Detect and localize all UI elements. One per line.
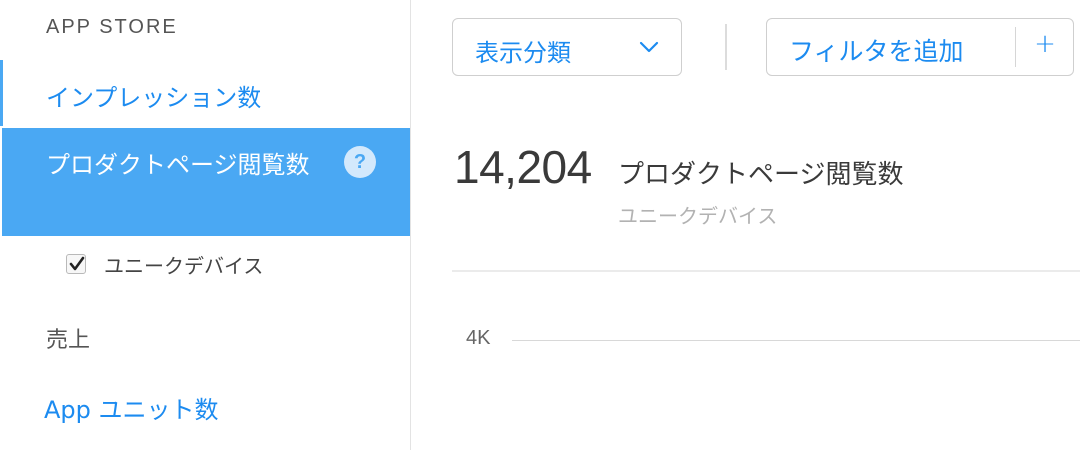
checkmark-icon <box>69 256 85 271</box>
sidebar: APP STORE インプレッション数 プロダクトページ閲覧数 ? ユニークデバ… <box>0 0 410 450</box>
sidebar-section-title: APP STORE <box>46 16 178 38</box>
plus-icon: + <box>1034 29 1056 59</box>
metric-divider <box>452 270 1080 272</box>
metric-title: プロダクトページ閲覧数 <box>618 160 904 190</box>
unique-devices-checkbox[interactable] <box>66 254 86 274</box>
filter-button-group: フィルタを追加 + <box>766 18 1074 76</box>
sidebar-item-label: インプレッション数 <box>46 84 262 112</box>
sidebar-section-sales: 売上 <box>46 328 91 353</box>
chart-area: 4K <box>452 300 1080 450</box>
metric-subtitle: ユニークデバイス <box>618 204 778 228</box>
sidebar-item-app-units[interactable]: App ユニット数 <box>44 390 219 425</box>
unique-devices-option[interactable]: ユニークデバイス <box>66 250 263 278</box>
chevron-down-icon <box>639 41 659 53</box>
help-icon[interactable]: ? <box>344 146 376 178</box>
unique-devices-label: ユニークデバイス <box>104 253 264 278</box>
sidebar-item-product-page-views[interactable]: プロダクトページ閲覧数 ? <box>2 128 410 236</box>
sidebar-item-label: プロダクトページ閲覧数 <box>46 151 310 179</box>
toolbar-separator <box>725 24 727 70</box>
sidebar-item-impressions[interactable]: インプレッション数 <box>0 60 410 126</box>
add-filter-plus-button[interactable]: + <box>1016 19 1074 75</box>
y-gridline <box>512 340 1080 341</box>
add-filter-button[interactable]: フィルタを追加 <box>767 19 1015 75</box>
sidebar-divider <box>410 0 411 450</box>
y-tick-label: 4K <box>466 327 491 349</box>
view-by-label: 表示分類 <box>475 39 571 67</box>
view-by-dropdown[interactable]: 表示分類 <box>452 18 682 76</box>
analytics-app: APP STORE インプレッション数 プロダクトページ閲覧数 ? ユニークデバ… <box>0 0 1080 450</box>
add-filter-label: フィルタを追加 <box>789 37 964 66</box>
metric-value: 14,204 <box>454 141 592 193</box>
